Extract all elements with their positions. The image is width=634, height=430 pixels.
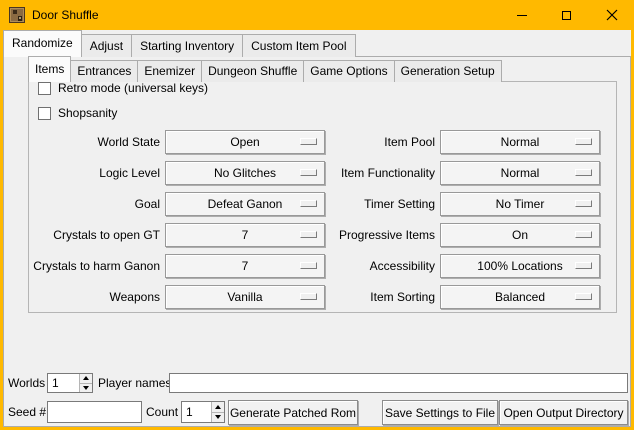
item-functionality-value: Normal [501,166,540,180]
window-controls [499,0,634,30]
arrow-down-icon [83,386,89,390]
content-area: Randomize Adjust Starting Inventory Cust… [3,30,631,427]
logic-level-value: No Glitches [214,166,276,180]
retro-mode-label: Retro mode (universal keys) [58,81,208,95]
world-state-label: World State [3,130,160,154]
door-icon [9,7,25,23]
item-sorting-dropdown[interactable]: Balanced [440,285,600,309]
item-pool-value: Normal [501,135,540,149]
tab-entrances[interactable]: Entrances [70,60,138,82]
item-functionality-label: Item Functionality [283,161,435,185]
main-tab-bar: Randomize Adjust Starting Inventory Cust… [3,30,355,57]
worlds-spinner[interactable]: 1 [47,373,93,393]
generate-patched-rom-button[interactable]: Generate Patched Rom [228,400,358,425]
timer-setting-label: Timer Setting [283,192,435,216]
accessibility-dropdown[interactable]: 100% Locations [440,254,600,278]
item-pool-label: Item Pool [283,130,435,154]
worlds-label: Worlds [8,373,45,393]
sub-tab-bar: Items Entrances Enemizer Dungeon Shuffle… [28,56,501,82]
timer-setting-dropdown[interactable]: No Timer [440,192,600,216]
shopsanity-label: Shopsanity [58,106,117,120]
crystals-ganon-value: 7 [242,259,249,273]
maximize-button[interactable] [544,0,589,30]
save-settings-button[interactable]: Save Settings to File [382,400,498,425]
tab-custom-item-pool[interactable]: Custom Item Pool [242,34,355,57]
tab-enemizer[interactable]: Enemizer [137,60,202,82]
spin-down-button[interactable] [80,384,92,393]
crystals-gt-value: 7 [242,228,249,242]
dropdown-indicator-icon [575,200,592,207]
spin-down-button[interactable] [212,413,224,423]
retro-mode-checkbox-row: Retro mode (universal keys) [38,80,208,96]
worlds-value: 1 [48,376,79,390]
tab-generation-setup[interactable]: Generation Setup [394,60,502,82]
shopsanity-checkbox-row: Shopsanity [38,105,117,121]
seed-label: Seed # [8,402,46,422]
dropdown-indicator-icon [575,262,592,269]
dropdown-indicator-icon [575,138,592,145]
goal-value: Defeat Ganon [208,197,283,211]
progressive-items-value: On [512,228,528,242]
arrow-up-icon [215,405,221,409]
count-value: 1 [182,405,211,419]
minimize-icon [517,15,527,16]
dropdown-indicator-icon [575,231,592,238]
item-pool-dropdown[interactable]: Normal [440,130,600,154]
tab-starting-inventory[interactable]: Starting Inventory [131,34,243,57]
weapons-value: Vanilla [227,290,262,304]
titlebar: Door Shuffle [0,0,634,30]
spinner-buttons [211,402,224,422]
window-title: Door Shuffle [32,8,99,22]
shopsanity-checkbox[interactable] [38,107,51,120]
logic-level-label: Logic Level [3,161,160,185]
timer-setting-value: No Timer [496,197,545,211]
accessibility-label: Accessibility [283,254,435,278]
dropdown-indicator-icon [575,169,592,176]
retro-mode-checkbox[interactable] [38,82,51,95]
spin-up-button[interactable] [212,402,224,413]
arrow-up-icon [83,376,89,380]
close-button[interactable] [589,0,634,30]
spin-up-button[interactable] [80,374,92,384]
spinner-buttons [79,374,92,392]
item-sorting-value: Balanced [495,290,545,304]
minimize-button[interactable] [499,0,544,30]
arrow-down-icon [215,415,221,419]
item-functionality-dropdown[interactable]: Normal [440,161,600,185]
close-icon [606,9,618,21]
count-spinner[interactable]: 1 [181,401,225,423]
tab-adjust[interactable]: Adjust [81,34,132,57]
crystals-ganon-label: Crystals to harm Ganon [3,254,160,278]
weapons-label: Weapons [3,285,160,309]
player-names-label: Player names [98,373,171,393]
tab-items[interactable]: Items [28,56,71,82]
item-sorting-label: Item Sorting [283,285,435,309]
tab-dungeon-shuffle[interactable]: Dungeon Shuffle [201,60,304,82]
dropdown-indicator-icon [575,293,592,300]
seed-input[interactable] [47,401,142,423]
maximize-icon [562,11,571,20]
accessibility-value: 100% Locations [477,259,562,273]
progressive-items-label: Progressive Items [283,223,435,247]
open-output-directory-button[interactable]: Open Output Directory [499,400,628,425]
goal-label: Goal [3,192,160,216]
world-state-value: Open [230,135,259,149]
progressive-items-dropdown[interactable]: On [440,223,600,247]
door-shuffle-window: Door Shuffle Randomize Adjust Starting I… [0,0,634,430]
player-names-input[interactable] [169,373,628,393]
tab-randomize[interactable]: Randomize [3,30,82,57]
count-label: Count [146,402,178,422]
tab-game-options[interactable]: Game Options [303,60,394,82]
crystals-gt-label: Crystals to open GT [3,223,160,247]
